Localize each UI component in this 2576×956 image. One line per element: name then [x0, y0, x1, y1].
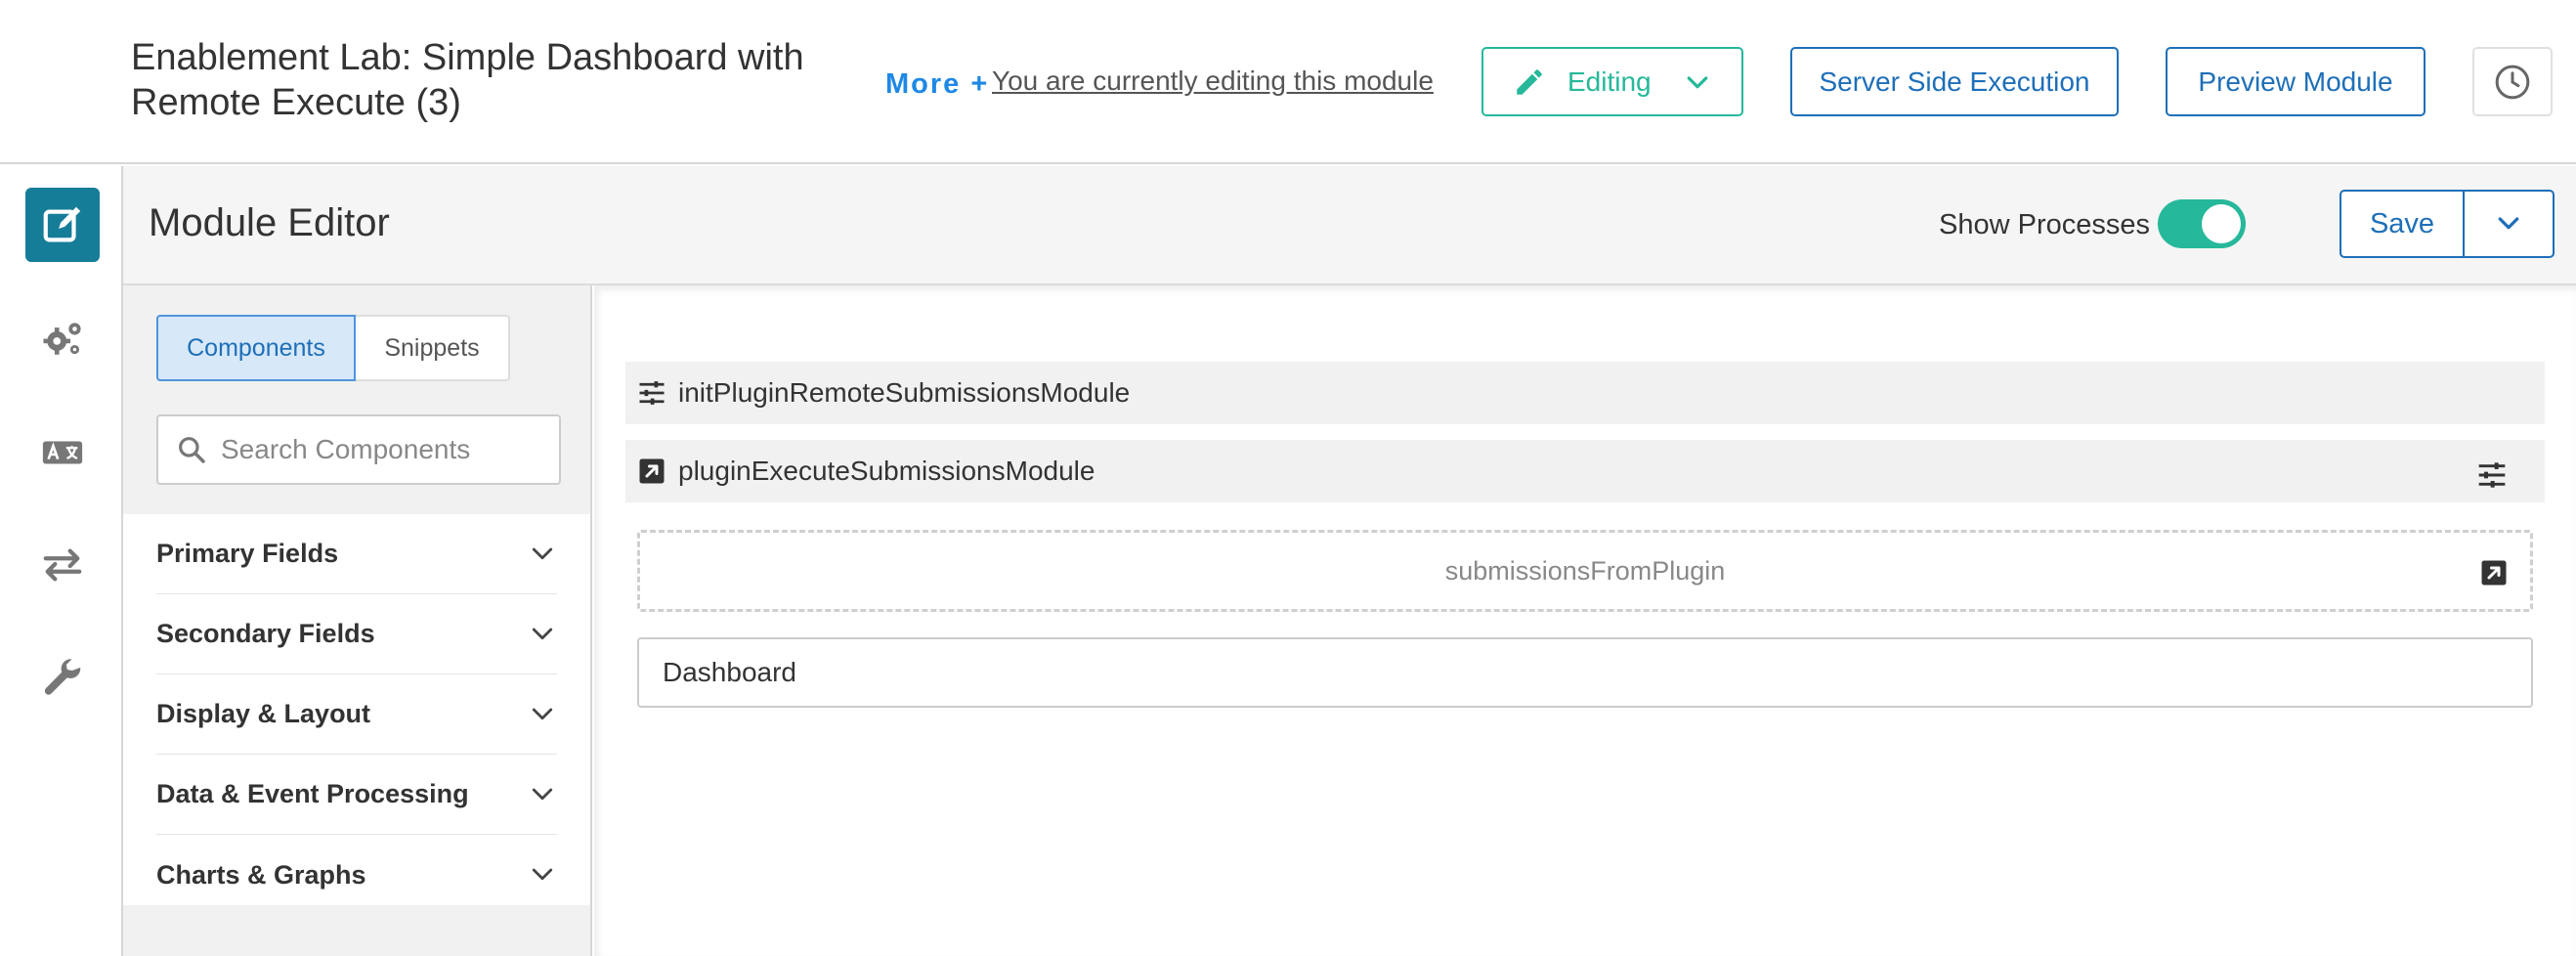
panel-tabs: Components Snippets [156, 315, 510, 381]
category-display-layout[interactable]: Display & Layout [156, 674, 557, 755]
preview-module-button[interactable]: Preview Module [2166, 47, 2426, 116]
swap-arrows-icon [43, 548, 82, 582]
module-title: Enablement Lab: Simple Dashboard with Re… [131, 37, 804, 123]
sliders-icon [639, 381, 665, 405]
category-label: Primary Fields [156, 539, 339, 568]
toggle-knob [2202, 204, 2241, 243]
chevron-down-icon [532, 547, 553, 559]
save-button[interactable]: Save [2341, 192, 2465, 256]
search-components-input[interactable] [221, 434, 553, 465]
rail-item-translations[interactable] [25, 415, 100, 490]
category-label: Data & Event Processing [156, 779, 469, 808]
rail-item-settings[interactable] [25, 302, 100, 376]
save-options-dropdown[interactable] [2465, 192, 2553, 256]
chevron-down-icon [2498, 217, 2519, 230]
builder-canvas: initPluginRemoteSubmissionsModule plugin… [594, 285, 2576, 956]
editing-dropdown-button[interactable]: Editing [1481, 47, 1743, 116]
search-components-box [156, 414, 561, 485]
category-data-event-processing[interactable]: Data & Event Processing [156, 755, 557, 835]
wrench-icon [44, 659, 81, 695]
components-panel: Components Snippets Primary Fields Secon… [123, 285, 592, 956]
chevron-down-icon [1687, 76, 1708, 89]
server-side-execution-button[interactable]: Server Side Execution [1790, 47, 2119, 116]
history-button[interactable] [2472, 47, 2553, 116]
plugin-output-dropzone[interactable]: submissionsFromPlugin [637, 530, 2533, 612]
category-charts-graphs[interactable]: Charts & Graphs [156, 835, 557, 915]
tab-components[interactable]: Components [156, 315, 356, 381]
init-process-row[interactable]: initPluginRemoteSubmissionsModule [625, 362, 2545, 424]
show-processes-label: Show Processes [1939, 209, 2150, 240]
category-primary-fields[interactable]: Primary Fields [156, 514, 557, 594]
rail-item-integrations[interactable] [25, 528, 100, 602]
gears-icon [43, 323, 81, 355]
chevron-down-icon [532, 788, 553, 800]
editing-status-link[interactable]: You are currently editing this module [992, 65, 1434, 97]
edit-icon [43, 206, 81, 242]
chevron-down-icon [532, 708, 553, 719]
category-label: Charts & Graphs [156, 859, 366, 890]
left-navigation-rail [0, 166, 123, 956]
chevron-down-icon [532, 868, 553, 881]
category-secondary-fields[interactable]: Secondary Fields [156, 594, 557, 674]
component-categories: Primary Fields Secondary Fields Display … [123, 514, 590, 905]
more-link[interactable]: More + [885, 68, 989, 101]
editing-label: Editing [1567, 65, 1652, 97]
tab-snippets[interactable]: Snippets [356, 315, 510, 381]
execute-process-label: pluginExecuteSubmissionsModule [678, 456, 1095, 486]
rail-item-tools[interactable] [25, 641, 100, 716]
translate-icon [42, 441, 83, 464]
dashboard-label: Dashboard [663, 657, 796, 687]
init-process-label: initPluginRemoteSubmissionsModule [678, 377, 1131, 408]
chevron-down-icon [532, 628, 553, 639]
show-processes-toggle[interactable] [2158, 199, 2246, 248]
dropzone-label: submissionsFromPlugin [1444, 555, 1726, 586]
top-header: Enablement Lab: Simple Dashboard with Re… [0, 0, 2576, 164]
category-label: Secondary Fields [156, 619, 375, 648]
external-link-icon [2481, 560, 2507, 586]
module-editor-bar: Module Editor Show Processes Save [123, 166, 2576, 285]
external-link-icon [639, 458, 665, 484]
pencil-icon [1517, 68, 1542, 95]
dashboard-component[interactable]: Dashboard [637, 637, 2533, 708]
rail-item-editor[interactable] [25, 188, 100, 262]
clock-icon [2495, 65, 2530, 99]
category-label: Display & Layout [156, 699, 371, 728]
sliders-icon[interactable] [2476, 459, 2508, 491]
module-editor-title: Module Editor [149, 201, 390, 244]
save-button-group: Save [2340, 190, 2555, 258]
search-icon [179, 437, 205, 463]
execute-process-row[interactable]: pluginExecuteSubmissionsModule [625, 440, 2545, 502]
